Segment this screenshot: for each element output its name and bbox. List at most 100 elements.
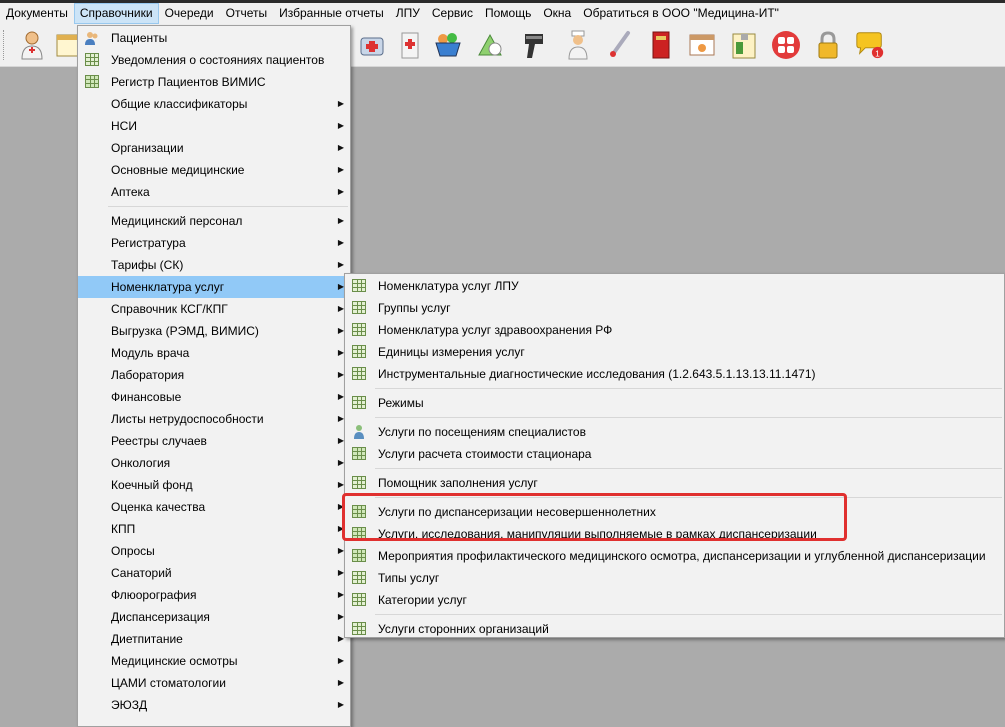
menu-item-registry[interactable]: Регистратура ▶	[78, 232, 350, 254]
menu-favorite-reports[interactable]: Избранные отчеты	[273, 3, 390, 24]
menu-item-sanatorium[interactable]: Санаторий ▶	[78, 562, 350, 584]
table-icon	[351, 446, 367, 462]
menu-item-general-classifiers[interactable]: Общие классификаторы ▶	[78, 93, 350, 115]
submenu-item-dispensarization-services[interactable]: Услуги, исследования, манипуляции выполн…	[345, 523, 1004, 545]
submenu-item-third-party-services[interactable]: Услуги сторонних организаций	[345, 618, 1004, 640]
menu-item-laboratory[interactable]: Лаборатория ▶	[78, 364, 350, 386]
menu-service[interactable]: Сервис	[426, 3, 479, 24]
menu-item-label: Мероприятия профилактического медицинско…	[378, 549, 986, 563]
pills-icon[interactable]	[474, 29, 506, 61]
menu-documents[interactable]: Документы	[0, 3, 74, 24]
menu-item-label: Единицы измерения услуг	[378, 345, 525, 359]
menu-item-financial[interactable]: Финансовые ▶	[78, 386, 350, 408]
menu-item-eyuzd[interactable]: ЭЮЗД ▶	[78, 694, 350, 716]
menu-item-patients[interactable]: Пациенты	[78, 27, 350, 49]
menu-item-label: Регистратура	[111, 236, 186, 250]
submenu-arrow-icon: ▶	[337, 216, 344, 225]
menu-item-label: Финансовые	[111, 390, 182, 404]
menu-item-fluorography[interactable]: Флюорография ▶	[78, 584, 350, 606]
menu-item-tsami-dentistry[interactable]: ЦАМИ стоматологии ▶	[78, 672, 350, 694]
menu-item-medical-exams[interactable]: Медицинские осмотры ▶	[78, 650, 350, 672]
menu-separator	[375, 417, 1002, 418]
table-icon	[351, 592, 367, 608]
toolbar-grip[interactable]	[3, 30, 7, 60]
medical-cabinet-icon[interactable]	[394, 29, 426, 61]
menu-item-label: КПП	[111, 522, 136, 536]
menu-item-label: НСИ	[111, 119, 137, 133]
notification-badge: 1	[875, 48, 880, 58]
menu-item-basic-medical[interactable]: Основные медицинские ▶	[78, 159, 350, 181]
menu-item-label: Общие классификаторы	[111, 97, 248, 111]
submenu-item-units[interactable]: Единицы измерения услуг	[345, 341, 1004, 363]
menu-windows[interactable]: Окна	[537, 3, 577, 24]
menu-item-sick-leave[interactable]: Листы нетрудоспособности ▶	[78, 408, 350, 430]
menu-item-medical-staff[interactable]: Медицинский персонал ▶	[78, 210, 350, 232]
book-icon[interactable]	[645, 29, 677, 61]
submenu-item-service-categories[interactable]: Категории услуг	[345, 589, 1004, 611]
submenu-item-minor-dispensarization[interactable]: Услуги по диспансеризации несовершенноле…	[345, 501, 1004, 523]
submenu-arrow-icon: ▶	[337, 700, 344, 709]
menu-item-label: Диспансеризация	[111, 610, 210, 624]
submenu-item-fill-helper[interactable]: Помощник заполнения услуг	[345, 472, 1004, 494]
menu-item-label: Услуги расчета стоимости стационара	[378, 447, 592, 461]
menu-item-surveys[interactable]: Опросы ▶	[78, 540, 350, 562]
submenu-arrow-icon: ▶	[337, 99, 344, 108]
menu-item-dispensarization[interactable]: Диспансеризация ▶	[78, 606, 350, 628]
menu-separator	[375, 388, 1002, 389]
submenu-item-service-types[interactable]: Типы услуг	[345, 567, 1004, 589]
doctor-icon[interactable]	[16, 29, 48, 61]
menu-item-nsi[interactable]: НСИ ▶	[78, 115, 350, 137]
thermometer-icon[interactable]	[604, 29, 636, 61]
menu-item-label: Аптека	[111, 185, 150, 199]
menu-item-oncology[interactable]: Онкология ▶	[78, 452, 350, 474]
menu-item-diet[interactable]: Диетпитание ▶	[78, 628, 350, 650]
menu-item-ksg-kpg[interactable]: Справочник КСГ/КПГ ▶	[78, 298, 350, 320]
menu-reports[interactable]: Отчеты	[220, 3, 273, 24]
window-icon[interactable]	[686, 29, 718, 61]
nurse-icon[interactable]	[562, 29, 594, 61]
menu-item-vimis-register[interactable]: Регистр Пациентов ВИМИС	[78, 71, 350, 93]
menu-item-patient-notifications[interactable]: Уведомления о состояниях пациентов	[78, 49, 350, 71]
menu-item-bed-fund[interactable]: Коечный фонд ▶	[78, 474, 350, 496]
menu-item-tariffs[interactable]: Тарифы (СК) ▶	[78, 254, 350, 276]
submenu-item-specialist-visits[interactable]: Услуги по посещениям специалистов	[345, 421, 1004, 443]
submenu-item-service-groups[interactable]: Группы услуг	[345, 297, 1004, 319]
menu-item-case-registers[interactable]: Реестры случаев ▶	[78, 430, 350, 452]
lock-icon[interactable]	[812, 29, 844, 61]
services-nomenclature-submenu: Номенклатура услуг ЛПУ Группы услуг Номе…	[344, 273, 1005, 638]
menu-item-services-nomenclature[interactable]: Номенклатура услуг ▶	[78, 276, 350, 298]
table-icon	[351, 475, 367, 491]
barcode-scanner-icon[interactable]	[518, 29, 550, 61]
basket-icon[interactable]	[432, 29, 464, 61]
submenu-item-hospital-cost[interactable]: Услуги расчета стоимости стационара	[345, 443, 1004, 465]
submenu-item-modes[interactable]: Режимы	[345, 392, 1004, 414]
menu-item-label: Уведомления о состояниях пациентов	[111, 53, 325, 67]
medical-kit-icon[interactable]	[356, 29, 388, 61]
submenu-item-preventive-measures[interactable]: Мероприятия профилактического медицинско…	[345, 545, 1004, 567]
table-icon	[351, 322, 367, 338]
schedule-icon[interactable]	[728, 29, 760, 61]
menu-item-pharmacy[interactable]: Аптека ▶	[78, 181, 350, 203]
menu-contact-support[interactable]: Обратиться в ООО "Медицина-ИТ"	[577, 3, 785, 24]
menu-item-label: ЭЮЗД	[111, 698, 148, 712]
menu-queues[interactable]: Очереди	[159, 3, 220, 24]
menu-item-doctor-module[interactable]: Модуль врача ▶	[78, 342, 350, 364]
menu-references[interactable]: Справочники	[73, 3, 159, 24]
apps-icon[interactable]	[770, 29, 802, 61]
menu-help[interactable]: Помощь	[479, 3, 537, 24]
menu-item-quality-assessment[interactable]: Оценка качества ▶	[78, 496, 350, 518]
submenu-item-lpu-services[interactable]: Номенклатура услуг ЛПУ	[345, 275, 1004, 297]
menu-item-label: Коечный фонд	[111, 478, 193, 492]
menu-item-label: Реестры случаев	[111, 434, 207, 448]
menu-item-label: Инструментальные диагностические исследо…	[378, 367, 816, 381]
menu-lpu[interactable]: ЛПУ	[390, 3, 426, 24]
chat-notification-icon[interactable]: 1	[854, 29, 886, 61]
submenu-item-instrumental-diagnostics[interactable]: Инструментальные диагностические исследо…	[345, 363, 1004, 385]
menu-item-export[interactable]: Выгрузка (РЭМД, ВИМИС) ▶	[78, 320, 350, 342]
table-icon	[351, 621, 367, 637]
table-icon	[351, 548, 367, 564]
submenu-item-rf-services[interactable]: Номенклатура услуг здравоохранения РФ	[345, 319, 1004, 341]
menu-item-kpp[interactable]: КПП ▶	[78, 518, 350, 540]
menu-item-organizations[interactable]: Организации ▶	[78, 137, 350, 159]
menu-item-label: Номенклатура услуг здравоохранения РФ	[378, 323, 613, 337]
